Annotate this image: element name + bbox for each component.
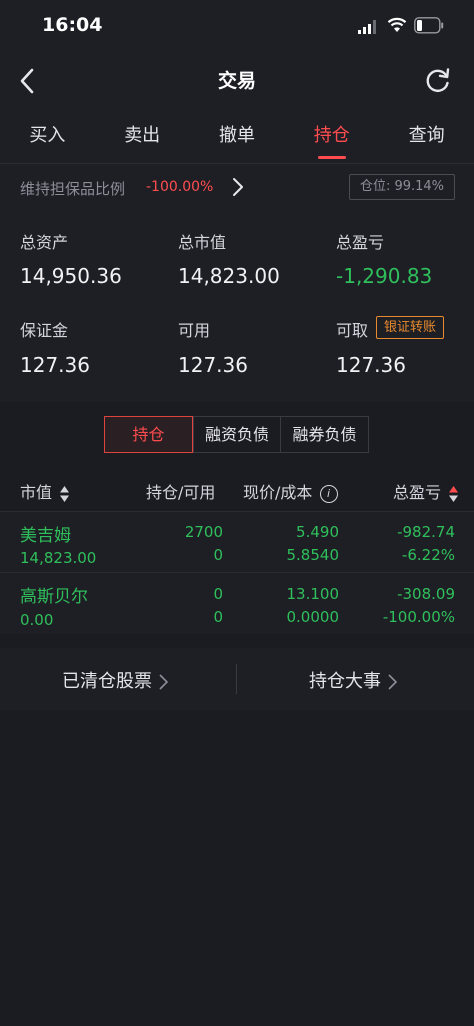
header-market-value[interactable]: 市值	[20, 479, 70, 503]
sort-icon	[449, 485, 459, 502]
chevron-right-icon[interactable]	[231, 176, 245, 198]
divider	[236, 664, 237, 694]
info-icon[interactable]: i	[319, 484, 338, 503]
cleared-stocks-link[interactable]: 已清仓股票	[62, 667, 169, 693]
header-price-cost[interactable]: 现价/成本 i	[243, 479, 338, 503]
header-market-value-label: 市值	[20, 483, 53, 502]
total-pnl-value: -1,290.83	[336, 264, 433, 288]
total-assets-label: 总资产	[20, 233, 69, 252]
withdrawable-label: 可取	[336, 321, 369, 340]
stock-available: 0	[213, 546, 223, 564]
position-events-link[interactable]: 持仓大事	[309, 667, 398, 693]
wifi-icon	[387, 17, 407, 32]
stock-pnl: -308.09	[397, 585, 455, 603]
segment-securities-lending-debt[interactable]: 融券负债	[281, 416, 369, 453]
withdrawable-value: 127.36	[336, 353, 406, 377]
stock-market-value: 0.00	[20, 611, 54, 629]
segment-financing-debt[interactable]: 融资负债	[193, 416, 281, 453]
margin-value: 127.36	[20, 353, 90, 377]
tab-buy[interactable]: 买入	[0, 108, 95, 164]
maintenance-ratio-value[interactable]: -100.00%	[146, 179, 213, 195]
market-value-value: 14,823.00	[178, 264, 280, 288]
bank-transfer-button[interactable]: 银证转账	[376, 316, 444, 339]
position-events-label: 持仓大事	[309, 671, 381, 692]
battery-icon	[414, 17, 444, 34]
signal-icon	[358, 20, 376, 34]
stock-price: 13.100	[286, 585, 340, 603]
stock-name[interactable]: 高斯贝尔	[20, 582, 88, 607]
sort-icon	[60, 485, 70, 502]
margin-label: 保证金	[20, 321, 69, 340]
stock-available: 0	[213, 608, 223, 626]
chevron-right-icon	[159, 674, 168, 690]
refresh-icon[interactable]	[424, 66, 452, 94]
total-assets-value: 14,950.36	[20, 264, 122, 288]
tab-sell[interactable]: 卖出	[95, 108, 190, 164]
header-holding-available: 持仓/可用	[146, 483, 216, 502]
stock-pnl: -982.74	[397, 523, 455, 541]
stock-pnl-pct: -100.00%	[382, 608, 455, 626]
total-pnl-label: 总盈亏	[336, 233, 385, 252]
maintenance-ratio-label[interactable]: 维持担保品比例	[20, 178, 125, 199]
stock-holding: 2700	[184, 523, 223, 541]
stock-market-value: 14,823.00	[20, 549, 97, 567]
stock-holding: 0	[213, 585, 223, 603]
cleared-stocks-label: 已清仓股票	[62, 671, 152, 692]
segment-positions[interactable]: 持仓	[104, 416, 193, 453]
stock-pnl-pct: -6.22%	[401, 546, 455, 564]
trade-tabs: 买入 卖出 撤单 持仓 查询	[0, 108, 474, 164]
stock-name[interactable]: 美吉姆	[20, 521, 71, 546]
empty-area	[0, 710, 474, 1026]
header-total-pnl[interactable]: 总盈亏	[393, 479, 459, 503]
market-value-label: 总市值	[178, 233, 227, 252]
tab-cancel[interactable]: 撤单	[190, 108, 285, 164]
header-price-cost-label: 现价/成本	[243, 483, 313, 502]
stock-price: 5.490	[296, 523, 339, 541]
position-ratio-badge: 仓位: 99.14%	[349, 174, 455, 200]
tab-query[interactable]: 查询	[379, 108, 474, 164]
available-label: 可用	[178, 321, 211, 340]
chevron-right-icon	[388, 674, 397, 690]
available-value: 127.36	[178, 353, 248, 377]
page-title: 交易	[217, 70, 256, 92]
stock-cost: 5.8540	[286, 546, 340, 564]
header-total-pnl-label: 总盈亏	[393, 483, 442, 502]
active-tab-indicator	[318, 156, 346, 159]
stock-cost: 0.0000	[286, 608, 340, 626]
status-time: 16:04	[42, 14, 103, 36]
